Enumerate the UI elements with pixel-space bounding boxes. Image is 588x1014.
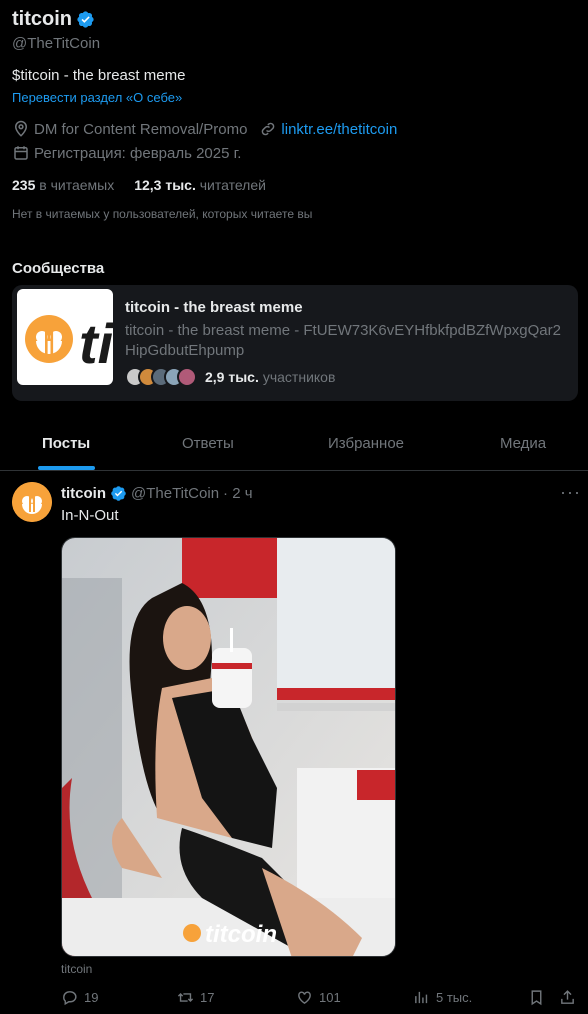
follow-stats: 235 в читаемых 12,3 тыс. читателей	[12, 177, 266, 193]
bookmark-button[interactable]	[528, 989, 545, 1006]
profile-tabs: Посты Ответы Избранное Медиа	[0, 420, 588, 471]
communities-title: Сообщества	[12, 260, 105, 277]
post-avatar[interactable]	[12, 482, 52, 522]
location-icon	[14, 120, 28, 137]
post-header: titcoin @TheTitCoin · 2 ч	[61, 485, 253, 502]
views-count: 5 тыс.	[436, 990, 473, 1005]
like-icon	[298, 991, 311, 1005]
views-icon	[415, 991, 428, 1004]
joined-item: Регистрация: февраль 2025 г.	[12, 144, 241, 162]
repost-icon	[177, 992, 194, 1003]
translate-bio-link[interactable]: Перевести раздел «О себе»	[12, 90, 182, 105]
community-card[interactable]: ti titcoin - the breast meme titcoin - t…	[12, 285, 578, 401]
calendar-icon	[14, 146, 28, 160]
profile-link[interactable]: linktr.ee/thetitcoin	[281, 121, 397, 138]
location-text: DM for Content Removal/Promo	[34, 120, 248, 138]
share-icon	[561, 990, 574, 1004]
following-label: в читаемых	[39, 177, 115, 193]
following-stat[interactable]: 235 в читаемых	[12, 177, 114, 193]
verified-badge-icon	[111, 486, 126, 501]
joined-row: Регистрация: февраль 2025 г.	[12, 144, 241, 162]
member-avatar	[177, 367, 197, 387]
post-photo: titcoin	[62, 538, 395, 956]
views-button[interactable]: 5 тыс.	[413, 989, 472, 1006]
tab-replies[interactable]: Ответы	[182, 435, 234, 452]
post-text: In-N-Out	[61, 507, 119, 524]
members-label: участников	[262, 369, 336, 385]
following-count: 235	[12, 177, 36, 193]
media-caption: titcoin	[61, 962, 93, 976]
profile-meta-row: DM for Content Removal/Promo linktr.ee/t…	[12, 120, 397, 138]
tab-posts[interactable]: Посты	[42, 435, 90, 452]
community-thumb-text: ti	[79, 312, 113, 375]
profile-name: titcoin	[12, 8, 72, 30]
post-author-name[interactable]: titcoin	[61, 485, 106, 502]
reply-count: 19	[84, 990, 99, 1005]
post-image[interactable]: titcoin	[61, 537, 396, 957]
reply-icon	[63, 991, 77, 1006]
profile-handle: @TheTitCoin	[12, 35, 101, 52]
repost-count: 17	[200, 990, 215, 1005]
more-icon[interactable]: ···	[560, 482, 581, 503]
post-time[interactable]: · 2 ч	[223, 485, 253, 502]
like-count: 101	[319, 990, 341, 1005]
link-icon	[262, 122, 275, 136]
image-watermark: titcoin	[205, 921, 277, 948]
verified-badge-icon	[77, 11, 94, 28]
followers-stat[interactable]: 12,3 тыс. читателей	[134, 177, 266, 193]
link-item[interactable]: linktr.ee/thetitcoin	[259, 120, 397, 138]
bookmark-icon	[531, 990, 542, 1006]
community-members: 2,9 тыс. участников	[125, 367, 335, 387]
post-actions: 19 17 101 5 тыс.	[61, 989, 581, 1009]
profile-bio: $titcoin - the breast meme	[12, 67, 186, 84]
joined-text: Регистрация: февраль 2025 г.	[34, 144, 242, 162]
tab-media[interactable]: Медиа	[500, 435, 546, 452]
members-count: 2,9 тыс.	[205, 369, 259, 385]
repost-button[interactable]: 17	[177, 989, 214, 1006]
like-button[interactable]: 101	[296, 989, 341, 1006]
post-author-handle[interactable]: @TheTitCoin	[131, 485, 219, 502]
titcoin-avatar-icon	[12, 482, 52, 522]
reply-button[interactable]: 19	[61, 989, 98, 1006]
location-item: DM for Content Removal/Promo	[12, 120, 247, 138]
titcoin-logo-icon: ti	[25, 312, 113, 375]
member-avatars	[125, 367, 197, 387]
tab-likes[interactable]: Избранное	[328, 435, 404, 452]
share-button[interactable]	[559, 989, 576, 1006]
followers-count: 12,3 тыс.	[134, 177, 196, 193]
community-description: titcoin - the breast meme - FtUEW73K6vEY…	[125, 322, 561, 359]
no-mutual-followers-note: Нет в читаемых у пользователей, которых …	[12, 207, 313, 221]
active-tab-indicator	[38, 466, 95, 470]
followers-label: читателей	[199, 177, 266, 193]
community-name[interactable]: titcoin - the breast meme	[125, 299, 303, 316]
profile-name-row: titcoin	[12, 8, 95, 31]
community-thumbnail: ti	[17, 289, 113, 385]
post[interactable]: titcoin @TheTitCoin · 2 ч ··· In-N-Out t…	[0, 472, 588, 1014]
